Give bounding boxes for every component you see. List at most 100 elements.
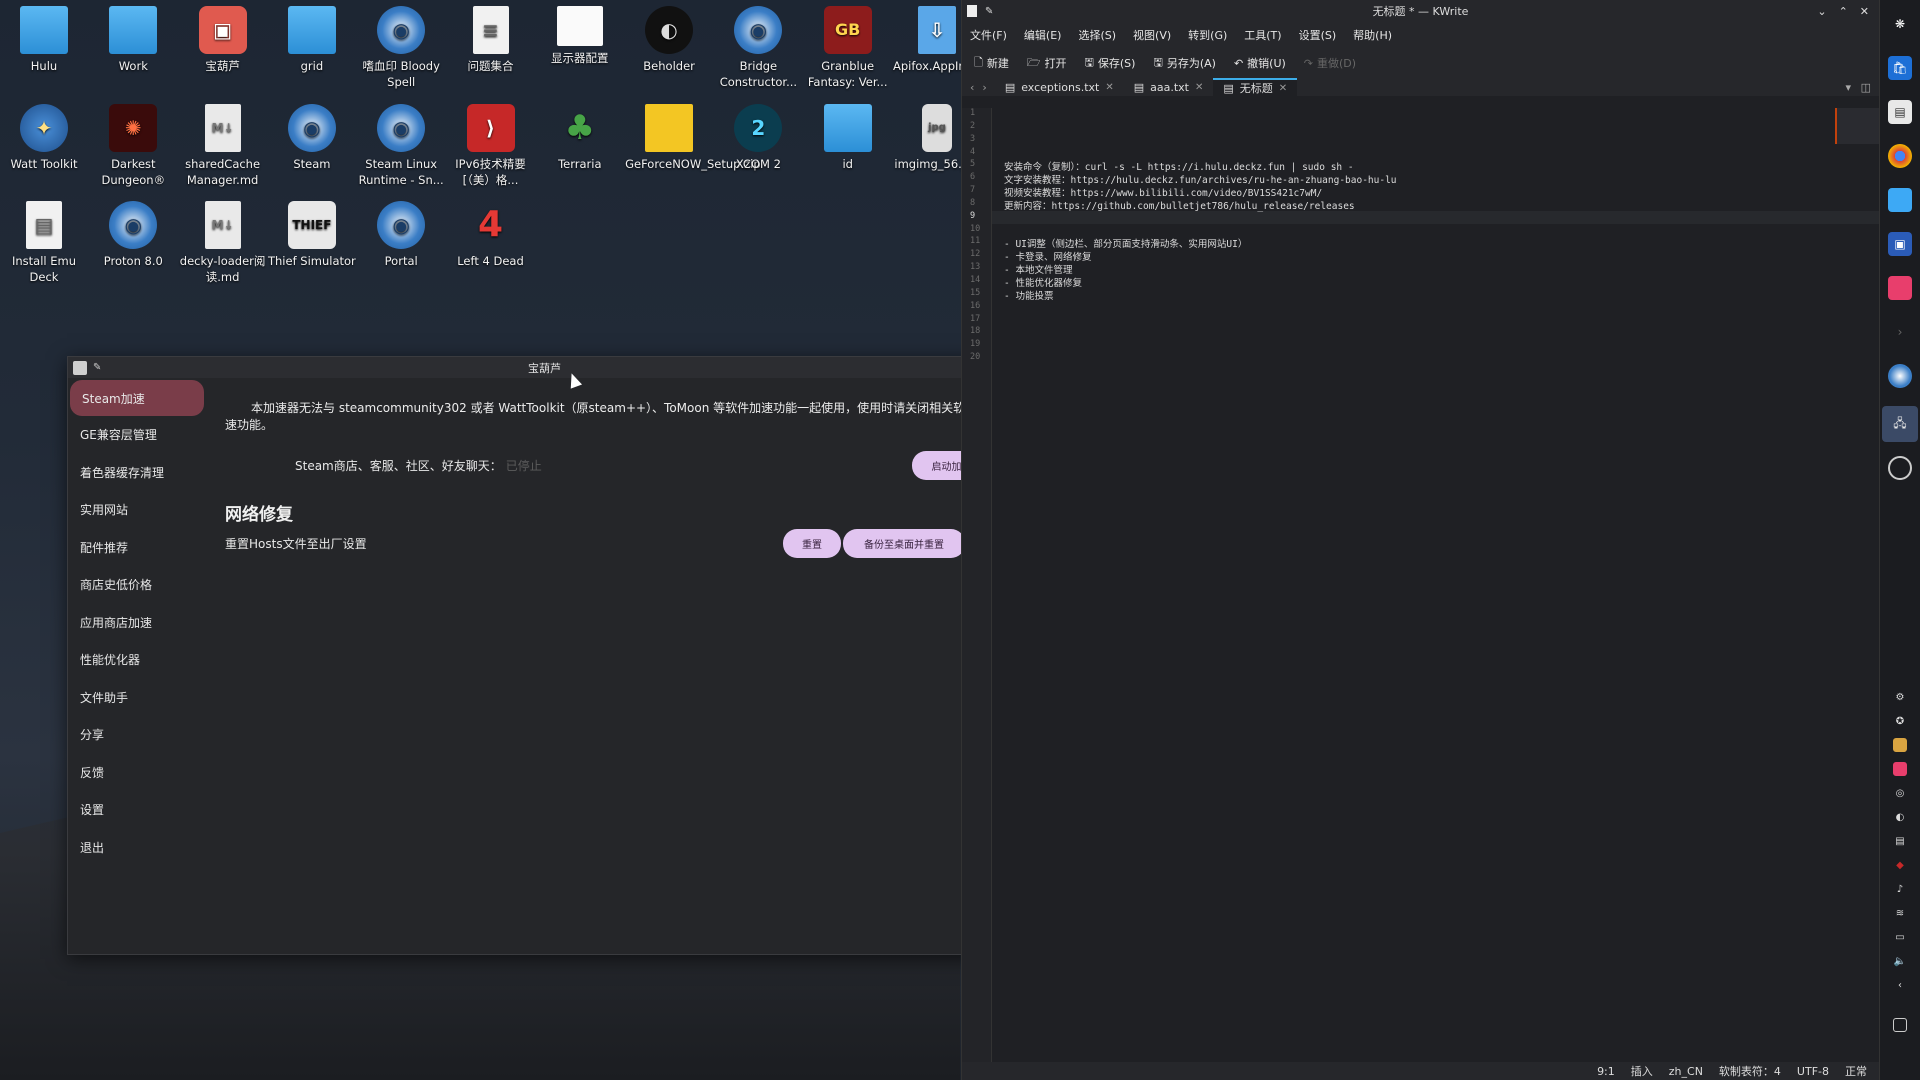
menu-item[interactable]: 视图(V): [1133, 27, 1171, 43]
sidebar-item[interactable]: 性能优化器: [68, 641, 208, 679]
application-launcher-icon[interactable]: ❋: [1888, 12, 1912, 36]
code-line[interactable]: [992, 121, 1879, 134]
code-line[interactable]: [992, 339, 1879, 352]
desktop-icon[interactable]: id: [804, 103, 892, 172]
obs-icon[interactable]: [1888, 456, 1912, 480]
code-line[interactable]: [992, 352, 1879, 365]
jetbrains-toolbox-icon[interactable]: [1888, 276, 1912, 300]
desktop-icon[interactable]: ✦ Watt Toolkit: [0, 103, 88, 172]
code-line[interactable]: 更新内容：https://github.com/bulletjet786/hul…: [992, 198, 1879, 212]
toolbox-tray-icon[interactable]: [1893, 762, 1907, 776]
kwrite-editor[interactable]: 1 2 3 4 5 6 7 8 9 10 11 12 13 14 15 16 17 18 19 20 安装命令（复制）…: [962, 108, 1879, 1062]
tab-back-icon[interactable]: ‹: [962, 81, 982, 94]
minimap[interactable]: [1835, 108, 1879, 144]
kwrite-titlebar[interactable]: ✎ 无标题 * — KWrite ⌄ ⌃ ✕: [962, 0, 1879, 22]
menu-item[interactable]: 编辑(E): [1024, 27, 1062, 43]
file-manager-icon[interactable]: [1888, 188, 1912, 212]
desktop-icon[interactable]: M↓ decky-loader阅读.md: [179, 201, 267, 285]
code-line[interactable]: - 卡登录、网络修复: [992, 249, 1879, 263]
editor-tab[interactable]: ▤ exceptions.txt ✕: [995, 78, 1124, 96]
code-line[interactable]: [992, 210, 1879, 224]
desktop-icon[interactable]: ≡ 问题集合: [447, 6, 535, 74]
code-line[interactable]: [992, 224, 1879, 237]
alert-tray-icon[interactable]: ◆: [1893, 858, 1907, 872]
desktop-icon[interactable]: ♣ Terraria: [536, 104, 624, 172]
sidebar-item[interactable]: 文件助手: [68, 679, 208, 717]
volume-icon[interactable]: 🔈: [1893, 954, 1907, 968]
close-tab-icon[interactable]: ✕: [1105, 82, 1113, 93]
backup-and-reset-button[interactable]: 备份至桌面并重置: [843, 528, 965, 558]
kwrite-task-icon[interactable]: ▤: [1888, 100, 1912, 124]
minimize-icon[interactable]: ⌄: [1817, 5, 1826, 18]
tab-menu-icon[interactable]: ▾: [1845, 81, 1851, 94]
code-area[interactable]: 安装命令（复制）：curl -s -L https://i.hulu.deckz…: [992, 108, 1879, 1062]
sidebar-item[interactable]: GE兼容层管理: [68, 416, 208, 454]
code-line[interactable]: - 本地文件管理: [992, 262, 1879, 276]
desktop-icon[interactable]: grid: [268, 6, 356, 74]
desktop-icon[interactable]: GeForceNOW_Setup.zip: [625, 103, 761, 172]
app-store-icon[interactable]: ▣: [1888, 232, 1912, 256]
close-icon[interactable]: ✕: [1860, 5, 1869, 18]
open-button[interactable]: 🗁 打开: [1027, 54, 1067, 73]
desktop-icon[interactable]: GB Granblue Fantasy: Ver...: [804, 6, 892, 90]
steam-task-icon[interactable]: [1888, 364, 1912, 388]
save-button[interactable]: 🖫 保存(S): [1085, 54, 1136, 73]
cursor-position[interactable]: 9:1: [1597, 1065, 1615, 1078]
input-mode[interactable]: 插入: [1631, 1063, 1653, 1079]
desktop-icon[interactable]: ✺ Darkest Dungeon®: [89, 103, 177, 188]
hulu-task-icon[interactable]: 🖧: [1882, 406, 1918, 442]
desktop-icon[interactable]: 4 Left 4 Dead: [447, 201, 535, 269]
desktop-icon[interactable]: ◉ Steam Linux Runtime - Sn...: [357, 103, 445, 188]
clipboard-tray-icon[interactable]: [1893, 738, 1907, 752]
desktop-icon[interactable]: ◉ Portal: [357, 201, 445, 269]
desktop-icon[interactable]: ◉ Proton 8.0: [89, 201, 177, 269]
maximize-icon[interactable]: ⌃: [1839, 5, 1848, 18]
new-button[interactable]: 🗋 新建: [974, 54, 1009, 73]
menu-item[interactable]: 选择(S): [1078, 27, 1116, 43]
desktop-icon[interactable]: ▣ 宝葫芦: [179, 6, 267, 74]
dictionary-language[interactable]: zh_CN: [1669, 1065, 1703, 1078]
terminal-icon[interactable]: ›: [1888, 320, 1912, 344]
desktop-icon[interactable]: ◐ Beholder: [625, 6, 713, 74]
desktop-icon[interactable]: ⟩ IPv6技术精要[（美）格...: [447, 103, 535, 188]
reset-hosts-button[interactable]: 重置: [783, 528, 841, 558]
desktop-icon[interactable]: Work: [89, 6, 177, 74]
display-tray-icon[interactable]: ▭: [1893, 930, 1907, 944]
sidebar-item[interactable]: 反馈: [68, 754, 208, 792]
gear-tray-icon[interactable]: ✪: [1893, 714, 1907, 728]
code-line[interactable]: 安装命令（复制）：curl -s -L https://i.hulu.deckz…: [992, 159, 1879, 173]
sidebar-item[interactable]: 应用商店加速: [68, 604, 208, 642]
desktop-icon[interactable]: ▤ Install Emu Deck: [0, 201, 88, 285]
save-as-button[interactable]: 🖫 另存为(A): [1153, 54, 1215, 73]
desktop-icon[interactable]: M↓ sharedCache Manager.md: [179, 103, 267, 188]
wifi-icon[interactable]: ≋: [1893, 906, 1907, 920]
hulu-titlebar[interactable]: ✎ 宝葫芦 ⌄ ✕: [68, 357, 1021, 378]
split-view-icon[interactable]: ◫: [1861, 81, 1871, 94]
editor-tab[interactable]: ▤ aaa.txt ✕: [1124, 78, 1214, 96]
redo-button[interactable]: ↷ 重做(D): [1304, 55, 1356, 71]
sidebar-item[interactable]: 商店史低价格: [68, 566, 208, 604]
encoding[interactable]: UTF-8: [1797, 1065, 1829, 1078]
close-tab-icon[interactable]: ✕: [1195, 82, 1203, 93]
code-line[interactable]: - 性能优化器修复: [992, 275, 1879, 289]
code-line[interactable]: [992, 301, 1879, 314]
desktop-icon[interactable]: 显示器配置: [536, 6, 624, 66]
menu-item[interactable]: 转到(G): [1188, 27, 1227, 43]
show-desktop-icon[interactable]: [1893, 1018, 1907, 1032]
close-tab-icon[interactable]: ✕: [1279, 83, 1287, 94]
desktop-icon[interactable]: ◉ Steam: [268, 103, 356, 172]
undo-button[interactable]: ↶ 撤销(U): [1234, 55, 1286, 71]
editor-mode[interactable]: 正常: [1845, 1063, 1867, 1079]
code-line[interactable]: [992, 147, 1879, 160]
notes-tray-icon[interactable]: ▤: [1893, 834, 1907, 848]
sidebar-item[interactable]: 退出: [68, 829, 208, 867]
code-line[interactable]: [992, 108, 1879, 121]
desktop-icon[interactable]: 2 XCOM 2: [714, 103, 802, 172]
chrome-icon[interactable]: [1888, 144, 1912, 168]
menu-item[interactable]: 工具(T): [1244, 27, 1281, 43]
steam-tray-icon[interactable]: ◐: [1893, 810, 1907, 824]
sidebar-item[interactable]: Steam加速: [70, 380, 204, 416]
sidebar-item[interactable]: 实用网站: [68, 491, 208, 529]
menu-item[interactable]: 文件(F): [970, 27, 1007, 43]
desktop-icon[interactable]: THIEF Thief Simulator: [268, 201, 356, 269]
